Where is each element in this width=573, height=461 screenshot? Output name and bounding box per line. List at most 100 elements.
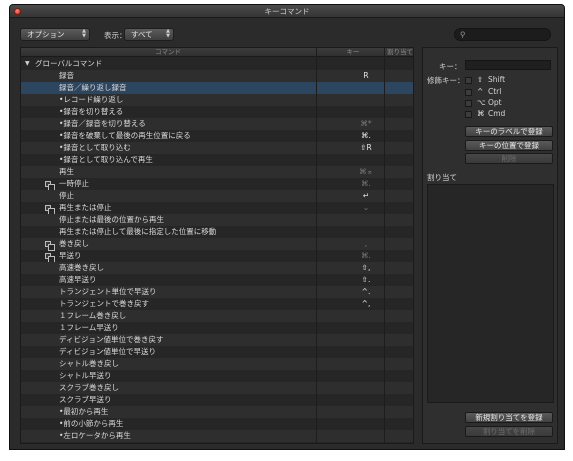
command-row[interactable]: •録音／録音を切り替える ⌘* [21, 118, 413, 130]
command-row[interactable]: 再生または停止して最後に指定した位置に移動 [21, 226, 413, 238]
command-row[interactable]: シャトル巻き戻し [21, 358, 413, 370]
command-row[interactable]: 高速巻き戻し ⇧, [21, 262, 413, 274]
new-assignment-button[interactable]: 新規割り当てを登録 [465, 412, 553, 423]
command-name: 高速巻き戻し [59, 263, 104, 272]
command-group-icon [45, 253, 55, 263]
command-key: ⌘. [361, 131, 371, 140]
command-name: シャトル巻き戻し [59, 359, 119, 368]
command-name: •左ロケータから再生 [59, 431, 131, 440]
search-input[interactable]: ⚲ [454, 28, 551, 41]
command-row[interactable]: •レコード繰り返し [21, 94, 413, 106]
command-name: シャトル早送り [59, 371, 112, 380]
command-key: ⇧, [361, 263, 371, 272]
command-row[interactable]: １フレーム早送り [21, 322, 413, 334]
command-name: スクラブ早送り [59, 395, 112, 404]
command-name: ディビジョン値単位で巻き戻す [59, 335, 164, 344]
command-row[interactable]: 巻き戻し, [21, 238, 413, 251]
command-row[interactable]: 再生または停止 ⌄ [21, 202, 413, 215]
command-name: ディビジョン値単位で早送り [59, 347, 156, 356]
command-row[interactable]: •左ロケータから再生 [21, 430, 413, 442]
command-row[interactable]: •最初から再生 [21, 406, 413, 418]
disclosure-triangle-icon[interactable]: ▼ [25, 58, 30, 70]
key-field[interactable] [465, 60, 551, 70]
options-popup[interactable]: オプション ▲ ▼ [20, 28, 90, 41]
opt-symbol: ⌥ [477, 98, 486, 107]
popup-arrows-icon: ▲ ▼ [82, 28, 86, 39]
command-key: ⌘⌅ [359, 167, 373, 176]
command-row[interactable]: トランジェント単位で早送り ^. [21, 286, 413, 298]
command-name: 再生 [59, 167, 74, 176]
command-name: 録音／繰り返し録音 [59, 83, 127, 92]
command-row[interactable]: 停止 ↵ [21, 190, 413, 202]
ctrl-checkbox[interactable] [465, 89, 472, 96]
command-row[interactable]: 録音／繰り返し録音 [21, 82, 413, 94]
column-header-command[interactable]: コマンド [21, 48, 315, 57]
command-row[interactable]: 停止または最後の位置から再生 [21, 214, 413, 226]
command-name: トランジェント単位で早送り [59, 287, 157, 296]
command-group-icon [45, 241, 55, 251]
command-list[interactable]: コマンド キー 割り当て ▼ グローバルコマンド 録音 R 録音／繰り返し録音 •レコード… [20, 47, 414, 444]
command-key: , [364, 239, 368, 248]
close-window-button[interactable] [14, 8, 21, 15]
command-name: 早送り [59, 251, 82, 260]
delete-button[interactable]: 削除 [465, 153, 553, 164]
command-name: 停止 [59, 191, 74, 200]
command-key: ↵ [362, 191, 370, 200]
key-commands-window: キーコマンド オプション ▲ ▼ 表示： すべて ▲ ▼ ⚲ コマンド キー 割り当… [9, 4, 565, 450]
command-name: 一時停止 [59, 179, 89, 188]
opt-checkbox[interactable] [465, 100, 472, 107]
learn-by-key-label-button[interactable]: キーのラベルで登録 [465, 126, 553, 137]
command-name: 高速早送り [59, 275, 97, 284]
view-popup[interactable]: すべて ▲ ▼ [124, 28, 174, 41]
command-row[interactable]: •録音を切り替える [21, 106, 413, 118]
command-name: 巻き戻し [59, 239, 89, 248]
cmd-symbol: ⌘ [477, 109, 485, 118]
command-row[interactable]: スクラブ早送り [21, 394, 413, 406]
popup-arrows-icon: ▲ ▼ [166, 28, 170, 39]
assignments-list[interactable] [427, 184, 554, 403]
column-divider [316, 48, 317, 443]
command-name: •録音として取り込んで再生 [59, 155, 153, 164]
command-row[interactable]: •録音を破棄して最後の再生位置に戻る ⌘. [21, 130, 413, 142]
cmd-label: Cmd [488, 109, 506, 118]
command-row[interactable]: 高速早送り ⇧. [21, 274, 413, 286]
command-row[interactable]: 再生 ⌘⌅ [21, 166, 413, 178]
search-icon: ⚲ [460, 30, 466, 39]
command-row[interactable]: ▼ グローバルコマンド [21, 58, 413, 70]
command-row[interactable]: •録音として取り込む ⇧R [21, 142, 413, 154]
command-key: ⇧R [360, 143, 372, 152]
command-name: 停止または最後の位置から再生 [59, 215, 164, 224]
command-name: •録音を破棄して最後の再生位置に戻る [59, 131, 191, 140]
column-divider [384, 48, 385, 443]
delete-assignment-button[interactable]: 割り当てを削除 [465, 426, 553, 437]
column-header-key[interactable]: キー [321, 48, 385, 57]
command-row[interactable]: シャトル早送り [21, 370, 413, 382]
command-name: トランジェントで巻き戻す [59, 299, 149, 308]
command-row[interactable]: スクラブ巻き戻し [21, 382, 413, 394]
command-row[interactable]: •録音として取り込んで再生 [21, 154, 413, 166]
command-name: •レコード繰り返し [59, 95, 124, 104]
command-key: ^. [361, 287, 371, 296]
list-header: コマンド キー 割り当て [21, 48, 413, 57]
learn-by-key-position-button[interactable]: キーの位置で登録 [465, 140, 553, 151]
command-row[interactable]: 一時停止 ⌘. [21, 178, 413, 191]
command-row[interactable]: ディビジョン値単位で巻き戻す [21, 334, 413, 346]
command-name: •録音を切り替える [59, 107, 124, 116]
command-name: １フレーム早送り [59, 323, 119, 332]
column-header-assignment[interactable]: 割り当て [385, 48, 413, 57]
command-name: •最初から再生 [59, 407, 109, 416]
shift-checkbox[interactable] [465, 77, 472, 84]
command-name: •録音として取り込む [59, 143, 131, 152]
command-name: スクラブ巻き戻し [59, 383, 119, 392]
command-row[interactable]: １フレーム巻き戻し [21, 310, 413, 322]
command-row[interactable]: •前の小節から再生 [21, 418, 413, 430]
command-key: ⇧. [361, 275, 371, 284]
cmd-checkbox[interactable] [465, 111, 472, 118]
title-bar[interactable]: キーコマンド [10, 5, 564, 18]
command-row[interactable]: 録音 R [21, 70, 413, 82]
command-row[interactable]: ディビジョン値単位で早送り [21, 346, 413, 358]
command-row[interactable]: トランジェントで巻き戻す ^, [21, 298, 413, 310]
ctrl-label: Ctrl [488, 87, 502, 96]
command-row[interactable]: 早送り ⌘. [21, 250, 413, 263]
command-name: 録音 [59, 71, 74, 80]
